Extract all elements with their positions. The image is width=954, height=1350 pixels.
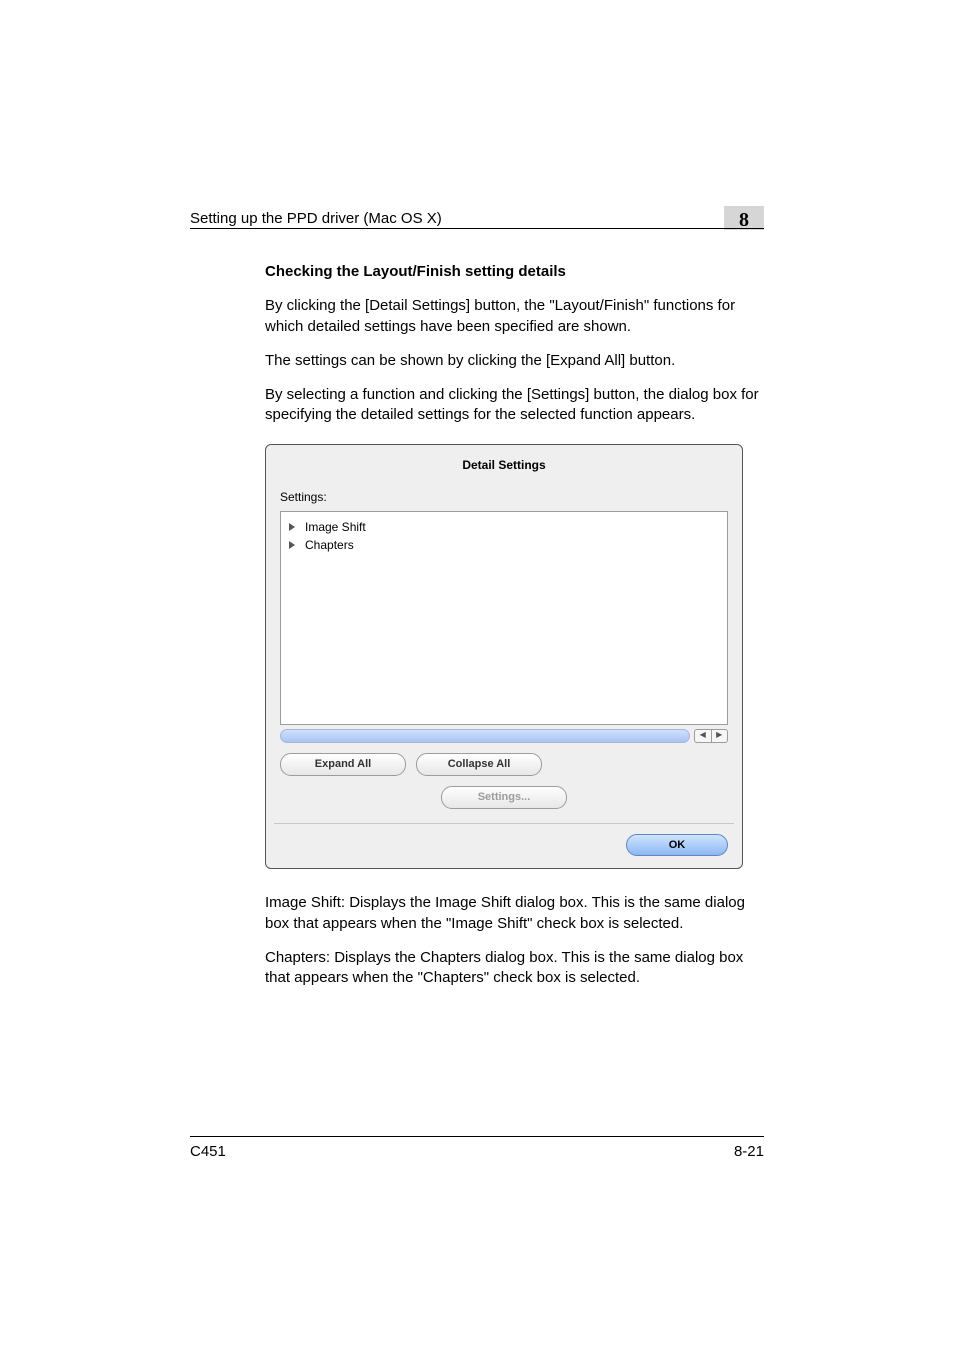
- running-header: Setting up the PPD driver (Mac OS X): [190, 210, 442, 227]
- horizontal-scrollbar[interactable]: ◀ ▶: [280, 729, 728, 743]
- header-rule: [190, 228, 764, 229]
- ok-button[interactable]: OK: [626, 834, 728, 857]
- settings-label: Settings:: [280, 489, 728, 505]
- settings-listbox[interactable]: Image Shift Chapters: [280, 511, 728, 725]
- detail-settings-dialog: Detail Settings Settings: Image Shift Ch…: [265, 444, 743, 870]
- settings-button-row: Settings...: [280, 786, 728, 809]
- scroll-right-button[interactable]: ▶: [711, 729, 729, 743]
- list-item[interactable]: Image Shift: [289, 518, 719, 536]
- footer-page-number: 8-21: [734, 1143, 764, 1160]
- paragraph: The settings can be shown by clicking th…: [265, 351, 764, 371]
- page-footer: C451 8-21: [190, 1136, 764, 1160]
- chapter-badge: 8: [724, 206, 764, 230]
- footer-model: C451: [190, 1143, 226, 1160]
- list-item-label: Chapters: [305, 537, 354, 553]
- list-item-label: Image Shift: [305, 519, 366, 535]
- ok-row: OK: [280, 834, 728, 857]
- expand-collapse-row: Expand All Collapse All: [280, 753, 728, 776]
- paragraph: By clicking the [Detail Settings] button…: [265, 296, 764, 337]
- disclosure-triangle-icon[interactable]: [289, 541, 295, 549]
- settings-button[interactable]: Settings...: [441, 786, 567, 809]
- dialog-title: Detail Settings: [280, 457, 728, 473]
- paragraph: Chapters: Displays the Chapters dialog b…: [265, 948, 764, 989]
- dialog-separator: [274, 823, 734, 824]
- scrollbar-track[interactable]: [280, 729, 690, 743]
- content-area: Checking the Layout/Finish setting detai…: [265, 262, 764, 1002]
- paragraph: By selecting a function and clicking the…: [265, 385, 764, 426]
- list-item[interactable]: Chapters: [289, 536, 719, 554]
- disclosure-triangle-icon[interactable]: [289, 523, 295, 531]
- section-heading: Checking the Layout/Finish setting detai…: [265, 262, 764, 282]
- collapse-all-button[interactable]: Collapse All: [416, 753, 542, 776]
- expand-all-button[interactable]: Expand All: [280, 753, 406, 776]
- scrollbar-arrows: ◀ ▶: [694, 729, 728, 743]
- scroll-left-button[interactable]: ◀: [694, 729, 711, 743]
- paragraph: Image Shift: Displays the Image Shift di…: [265, 893, 764, 934]
